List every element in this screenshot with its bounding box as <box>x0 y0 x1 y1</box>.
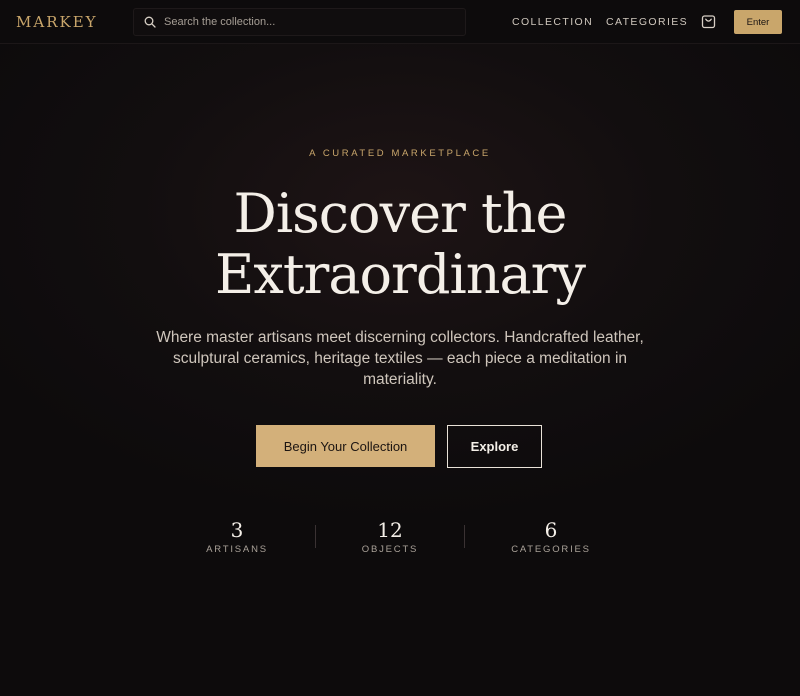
stat-value: 12 <box>377 518 403 542</box>
begin-collection-button[interactable]: Begin Your Collection <box>256 425 435 467</box>
search-bar[interactable] <box>133 8 466 36</box>
stat-value: 3 <box>230 518 244 542</box>
stat-artisans: 3 ARTISANS <box>197 517 277 555</box>
hero-subtext: Where master artisans meet discerning co… <box>156 329 644 388</box>
nav-link-collection[interactable]: COLLECTION <box>512 16 593 28</box>
hero-eyebrow: A CURATED MARKETPLACE <box>309 148 491 159</box>
explore-button[interactable]: Explore <box>447 425 542 468</box>
hero-headline-line2: Extraordinary <box>214 243 586 306</box>
stat-categories: 6 CATEGORIES <box>502 517 600 555</box>
search-icon <box>144 16 156 28</box>
hero-headline-line1: Discover the <box>233 182 568 245</box>
cart-icon[interactable] <box>701 14 716 29</box>
brand-logo[interactable]: MARKEY <box>16 13 98 31</box>
stat-value: 6 <box>544 518 558 542</box>
stat-objects: 12 OBJECTS <box>350 517 430 555</box>
top-nav: MARKEY COLLECTION CATEGORIES Enter <box>0 0 800 44</box>
stat-label: CATEGORIES <box>511 544 591 555</box>
stat-label: ARTISANS <box>206 544 268 555</box>
nav-link-categories[interactable]: CATEGORIES <box>606 16 688 28</box>
search-input[interactable] <box>164 16 454 28</box>
stat-divider <box>464 525 465 548</box>
stat-divider <box>315 525 316 548</box>
hero-headline: Discover the Extraordinary <box>0 183 800 305</box>
enter-button[interactable]: Enter <box>734 10 782 34</box>
stat-label: OBJECTS <box>361 544 419 555</box>
